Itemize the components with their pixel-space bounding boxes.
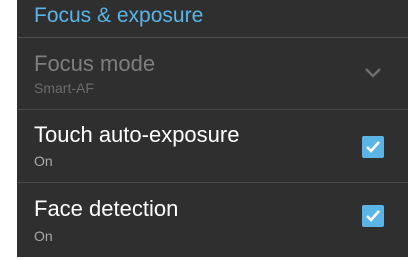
- face-detection-title: Face detection: [34, 196, 179, 221]
- chevron-down-icon[interactable]: [364, 66, 382, 80]
- section-title: Focus & exposure: [34, 4, 204, 27]
- section-header: Focus & exposure: [17, 0, 408, 38]
- focus-mode-value: Smart-AF: [34, 80, 94, 96]
- face-detection-row[interactable]: Face detection On: [17, 183, 408, 257]
- touch-auto-exposure-title: Touch auto-exposure: [34, 122, 240, 147]
- face-detection-value: On: [34, 228, 53, 244]
- focus-mode-row[interactable]: Focus mode Smart-AF: [17, 38, 408, 110]
- touch-auto-exposure-value: On: [34, 153, 53, 169]
- focus-mode-title: Focus mode: [34, 51, 156, 76]
- touch-auto-exposure-checkbox[interactable]: [362, 136, 384, 158]
- face-detection-checkbox[interactable]: [362, 205, 384, 227]
- checkmark-icon: [366, 210, 380, 222]
- settings-panel: Focus & exposure Focus mode Smart-AF Tou…: [17, 0, 408, 257]
- checkmark-icon: [366, 141, 380, 153]
- touch-auto-exposure-row[interactable]: Touch auto-exposure On: [17, 110, 408, 183]
